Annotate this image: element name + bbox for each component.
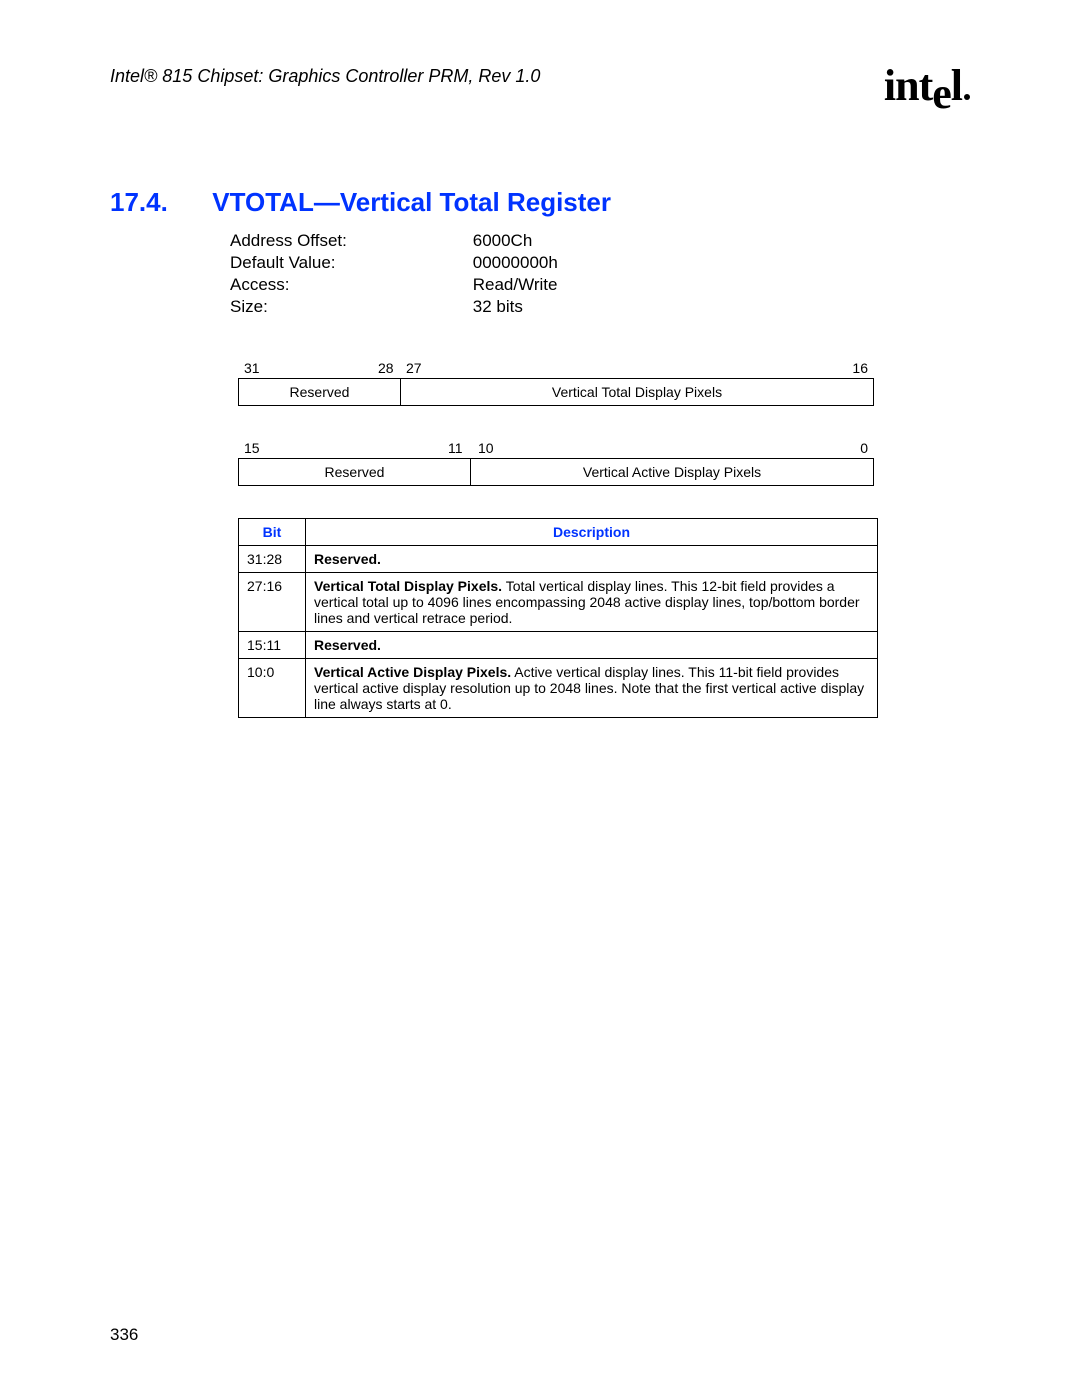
register-meta: Address Offset: 6000Ch Default Value: 00… [230,230,970,318]
bitfield-cell-vtotal: Vertical Total Display Pixels [401,379,873,405]
cell-desc: Vertical Total Display Pixels. Total ver… [306,573,878,632]
th-bit: Bit [239,519,306,546]
cell-bit: 15:11 [239,632,306,659]
meta-value: 00000000h [473,253,558,272]
bitfield-cell-reserved: Reserved [239,459,471,485]
meta-label: Address Offset: [230,230,468,252]
bitfield-cell-vactive: Vertical Active Display Pixels [471,459,873,485]
bitfield-row: Reserved Vertical Total Display Pixels [238,378,874,406]
cell-desc: Vertical Active Display Pixels. Active v… [306,659,878,718]
cell-bit: 31:28 [239,546,306,573]
table-row: 27:16 Vertical Total Display Pixels. Tot… [239,573,878,632]
document-page: Intel® 815 Chipset: Graphics Controller … [0,0,1080,1397]
bitfield-upper: 31 28 27 16 Reserved Vertical Total Disp… [238,358,874,406]
logo-part-left: int [884,61,932,110]
meta-label: Default Value: [230,252,468,274]
meta-row-size: Size: 32 bits [230,296,970,318]
table-row: 10:0 Vertical Active Display Pixels. Act… [239,659,878,718]
table-row: 31:28 Reserved. [239,546,878,573]
bit-label: 28 [378,360,394,376]
meta-value: 32 bits [473,297,523,316]
cell-bit: 27:16 [239,573,306,632]
bitfield-cell-reserved: Reserved [239,379,401,405]
bit-label: 16 [852,360,868,376]
section-heading: 17.4. VTOTAL—Vertical Total Register [110,187,970,218]
bitfield-labels: 15 11 10 0 [238,438,874,458]
bitfield-diagrams: 31 28 27 16 Reserved Vertical Total Disp… [238,358,874,486]
description-table: Bit Description 31:28 Reserved. 27:16 Ve… [238,518,878,718]
section-title-text: VTOTAL—Vertical Total Register [212,187,611,217]
cell-desc: Reserved. [306,546,878,573]
meta-row-address: Address Offset: 6000Ch [230,230,970,252]
table-row: 15:11 Reserved. [239,632,878,659]
cell-desc: Reserved. [306,632,878,659]
bitfield-labels: 31 28 27 16 [238,358,874,378]
meta-value: Read/Write [473,275,558,294]
bit-label: 31 [244,360,260,376]
logo-part-right: l [951,61,962,110]
desc-bold: Vertical Active Display Pixels. [314,664,511,680]
bit-label: 0 [860,440,868,456]
meta-row-default: Default Value: 00000000h [230,252,970,274]
th-desc: Description [306,519,878,546]
table-header-row: Bit Description [239,519,878,546]
intel-logo: intel [884,60,970,111]
logo-part-e: e [932,69,951,118]
page-number: 336 [110,1325,138,1345]
bitfield-lower: 15 11 10 0 Reserved Vertical Active Disp… [238,438,874,486]
bit-label: 15 [244,440,260,456]
bit-label: 10 [478,440,494,456]
meta-row-access: Access: Read/Write [230,274,970,296]
meta-label: Size: [230,296,468,318]
desc-bold: Reserved. [314,637,381,653]
meta-label: Access: [230,274,468,296]
logo-dot-icon [964,94,970,100]
bit-label: 27 [406,360,422,376]
meta-value: 6000Ch [473,231,533,250]
bitfield-row: Reserved Vertical Active Display Pixels [238,458,874,486]
cell-bit: 10:0 [239,659,306,718]
bit-label: 11 [448,440,463,456]
section-number: 17.4. [110,187,205,218]
desc-bold: Reserved. [314,551,381,567]
header-docline: Intel® 815 Chipset: Graphics Controller … [110,66,970,87]
desc-bold: Vertical Total Display Pixels. [314,578,502,594]
